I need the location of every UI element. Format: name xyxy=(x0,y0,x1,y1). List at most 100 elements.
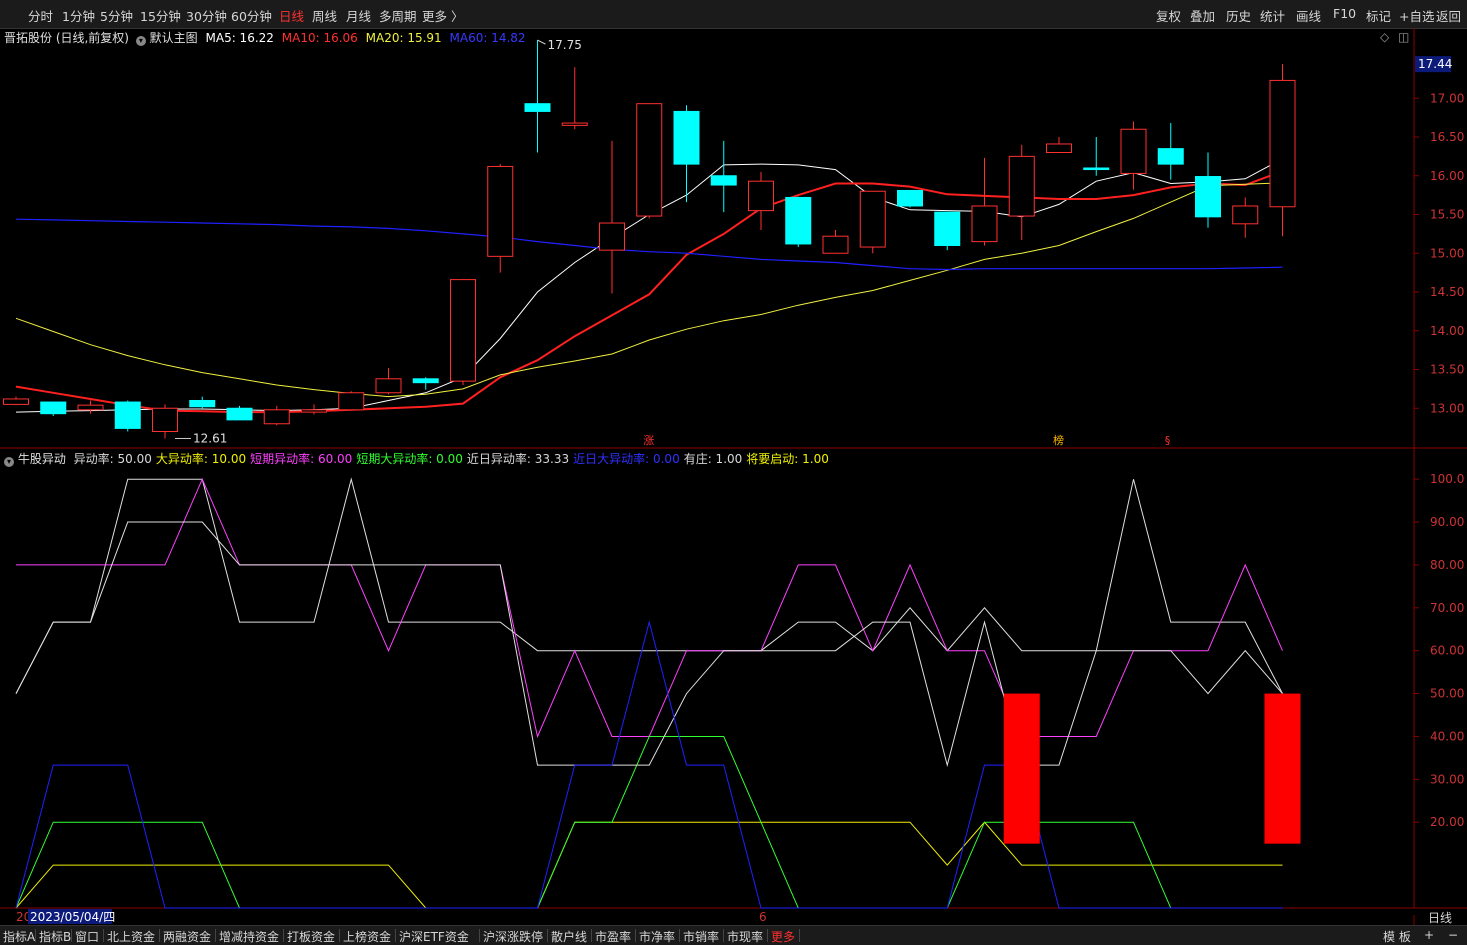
candle-body xyxy=(1046,143,1072,154)
bottom-tab-15[interactable]: 更多 xyxy=(771,928,795,945)
candle-body xyxy=(822,235,849,254)
bottom-tab-7[interactable]: 上榜资金 xyxy=(343,928,391,945)
tab-separator xyxy=(283,929,284,942)
osc-tick-label: 50.00 xyxy=(1430,687,1464,701)
diamond-icon[interactable]: ◇ xyxy=(1380,30,1389,44)
high-price-label: 17.75 xyxy=(548,38,582,52)
candle-body xyxy=(77,404,104,411)
candle-body xyxy=(3,398,29,405)
candle-body xyxy=(934,211,961,247)
price-tick-label: 17.00 xyxy=(1430,91,1464,105)
osc-tick-label: 70.00 xyxy=(1430,601,1464,615)
indicator-title[interactable]: 牛股异动 xyxy=(18,452,66,466)
indicator-value-3: 短期大异动率: 0.00 xyxy=(356,452,463,466)
candle-body xyxy=(599,222,625,251)
bottom-tab-8[interactable]: 沪深ETF资金 xyxy=(399,928,469,945)
price-tick-label: 16.50 xyxy=(1430,130,1464,144)
price-tick-label: 15.50 xyxy=(1430,208,1464,222)
candle-body xyxy=(748,180,774,212)
template-button[interactable]: 模 板 xyxy=(1383,928,1411,945)
bottom-tab-13[interactable]: 市销率 xyxy=(683,928,719,945)
price-tick-label: 16.00 xyxy=(1430,169,1464,183)
candle-body xyxy=(710,175,737,186)
candle-body xyxy=(785,196,812,245)
event-marker-2: § xyxy=(1165,434,1171,447)
candle-body xyxy=(189,400,216,408)
candle-body xyxy=(40,401,67,415)
candle-body xyxy=(1232,205,1259,225)
tab-separator xyxy=(591,929,592,942)
candle-body xyxy=(487,165,514,257)
osc-bar xyxy=(1264,693,1301,844)
template-name[interactable]: 默认主图 xyxy=(150,31,198,45)
price-tick-label: 14.50 xyxy=(1430,285,1464,299)
bottom-tab-2[interactable]: 窗口 xyxy=(75,928,99,945)
candle-body xyxy=(673,110,700,165)
tab-separator xyxy=(339,929,340,942)
bottom-tab-4[interactable]: 两融资金 xyxy=(163,928,211,945)
candle-body xyxy=(1157,148,1184,165)
indicator-value-1: 大异动率: 10.00 xyxy=(155,452,247,466)
event-marker-1: 榜 xyxy=(1053,433,1064,447)
bottom-tab-14[interactable]: 市现率 xyxy=(727,928,763,945)
indicator-value-0: 异动率: 50.00 xyxy=(73,452,152,466)
indicator-toggle-icon[interactable]: ▾ xyxy=(4,457,14,467)
low-price-label: 12.61 xyxy=(193,431,227,445)
osc-tick-label: 60.00 xyxy=(1430,644,1464,658)
osc-line-1 xyxy=(15,821,1283,909)
bottom-tab-11[interactable]: 市盈率 xyxy=(595,928,631,945)
bottom-tab-1[interactable]: 指标B xyxy=(39,928,71,945)
indicator-value-4: 近日异动率: 33.33 xyxy=(466,452,570,466)
candle-body xyxy=(1120,128,1147,174)
osc-tick-label: 100.0 xyxy=(1430,472,1464,486)
bottom-tab-0[interactable]: 指标A xyxy=(3,928,35,945)
zoom-in-button[interactable]: + xyxy=(1424,928,1434,942)
ma20-value: MA20: 15.91 xyxy=(365,31,442,45)
bottom-tab-10[interactable]: 散户线 xyxy=(551,928,587,945)
indicator-tab-bar: 指标A 指标B 窗口 北上资金 两融资金 增减持资金 打板资金 上榜资金 沪深ETF资金 沪深涨跌… xyxy=(0,925,1467,945)
candle-body xyxy=(1008,155,1035,217)
bottom-tab-12[interactable]: 市净率 xyxy=(639,928,675,945)
candle-body xyxy=(375,378,402,394)
osc-tick-label: 80.00 xyxy=(1430,558,1464,572)
template-toggle-icon[interactable]: ▾ xyxy=(135,36,146,46)
osc-tick-label: 30.00 xyxy=(1430,772,1464,786)
stock-name[interactable]: 晋拓股份 (日线,前复权) xyxy=(4,31,129,45)
collapse-icon[interactable]: ◫ xyxy=(1398,30,1409,44)
tab-separator xyxy=(679,929,680,942)
candle-body xyxy=(1195,176,1221,218)
ma-line-ma60 xyxy=(15,218,1283,271)
candle-body xyxy=(263,409,290,425)
price-tick-label: 14.00 xyxy=(1430,324,1464,338)
tab-separator xyxy=(799,929,800,942)
osc-line-4 xyxy=(15,521,1283,768)
tab-separator xyxy=(479,929,480,942)
candle-body xyxy=(301,409,327,413)
tab-separator xyxy=(767,929,768,942)
indicator-value-5: 近日大异动率: 0.00 xyxy=(573,452,680,466)
candle-body xyxy=(897,189,923,207)
tab-separator xyxy=(635,929,636,942)
zoom-out-button[interactable]: − xyxy=(1448,928,1458,942)
tab-separator xyxy=(215,929,216,942)
candle-body xyxy=(152,407,178,432)
candle-body xyxy=(226,407,253,421)
candle-body xyxy=(412,378,439,384)
oscillator-lines xyxy=(15,477,1283,909)
tab-separator xyxy=(395,929,396,942)
bottom-tab-6[interactable]: 打板资金 xyxy=(287,928,335,945)
bottom-tab-5[interactable]: 增减持资金 xyxy=(219,928,279,945)
osc-line-2 xyxy=(16,477,1283,739)
high-marker xyxy=(537,39,546,45)
kline-chart[interactable]: 17.00 16.50 16.00 15.50 15.00 14.50 14.00 13.50… xyxy=(0,0,1467,944)
bottom-tab-3[interactable]: 北上资金 xyxy=(107,928,155,945)
indicator-value-6: 有庄: 1.00 xyxy=(683,452,743,466)
bottom-tab-9[interactable]: 沪深涨跌停 xyxy=(483,928,543,945)
osc-tick-label: 40.00 xyxy=(1430,729,1464,743)
osc-tick-label: 90.00 xyxy=(1430,515,1464,529)
candle-body xyxy=(1083,167,1110,171)
axis-labels: 17.00 16.50 16.00 15.50 15.00 14.50 14.00 13.50… xyxy=(16,38,1464,925)
date-mark-month: 6 xyxy=(759,910,767,924)
price-tick-label: 15.00 xyxy=(1430,246,1464,260)
candle-body xyxy=(561,122,588,126)
